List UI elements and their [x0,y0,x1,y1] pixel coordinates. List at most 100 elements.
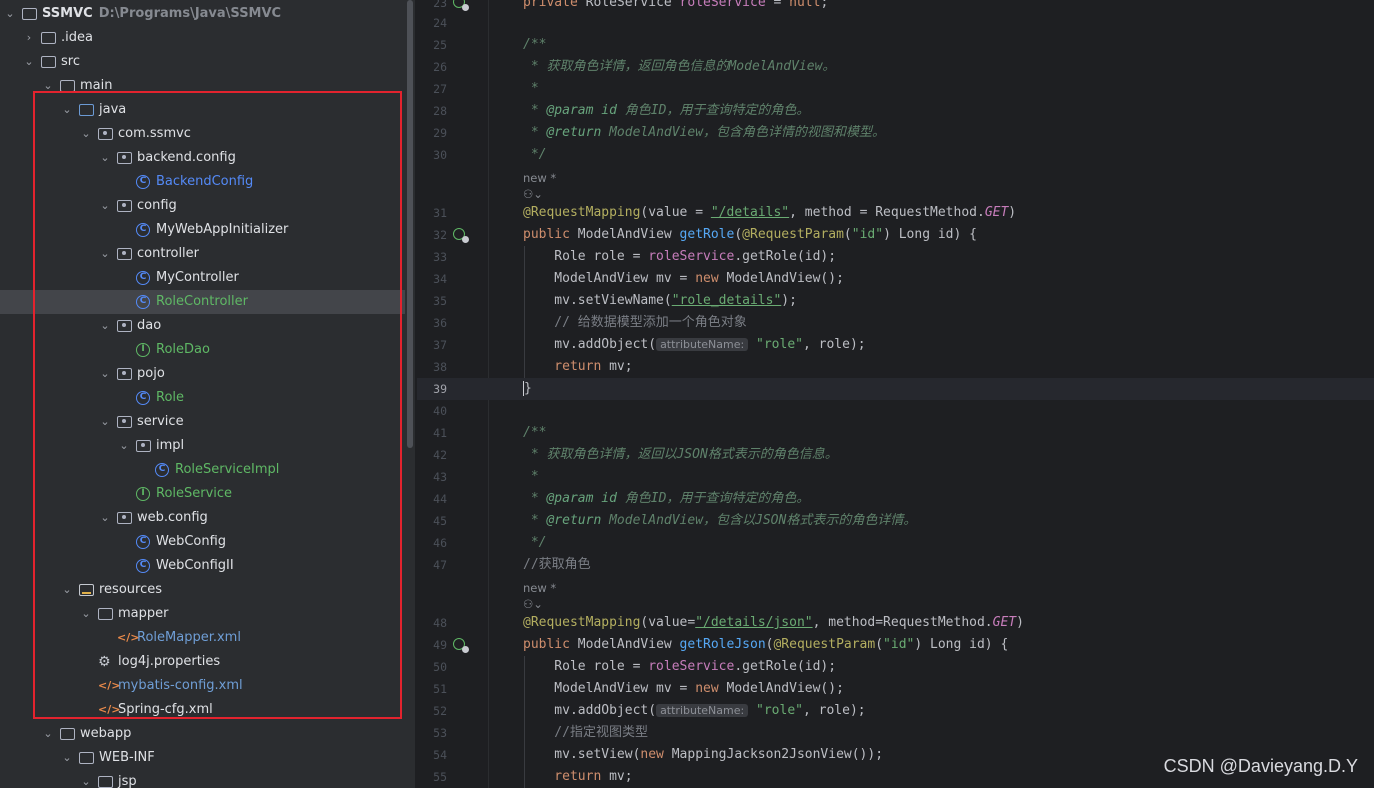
code-text: * [523,469,539,484]
code-line[interactable]: 38 return mv; [417,356,1374,378]
code-line[interactable]: 37 mv.addObject(attributeName: "role", r… [417,334,1374,356]
code-line[interactable]: 52 mv.addObject(attributeName: "role", r… [417,700,1374,722]
line-number: 55 [433,770,447,784]
line-number: 49 [433,638,447,652]
code-line[interactable]: 36 // 给数据模型添加一个角色对象 [417,312,1374,334]
code-text: @RequestMapping(value="/details/json", m… [523,615,1024,630]
code-line[interactable]: 48 @RequestMapping(value="/details/json",… [417,612,1374,634]
inlay-hint-icon[interactable]: ⚇⌄ [523,594,543,614]
project-scrollbar[interactable] [405,0,415,788]
code-line[interactable]: 53 //指定视图类型 [417,722,1374,744]
code-line[interactable]: 25 /** [417,34,1374,56]
line-number: 42 [433,448,447,462]
line-number: 28 [433,104,447,118]
tree-item-jsp[interactable]: ⌄ jsp [0,770,405,788]
code-text: Role role = roleService.getRole(id); [523,249,837,264]
web-endpoint-gutter-icon[interactable] [453,228,469,243]
folder-icon [98,776,113,788]
line-number: 31 [433,206,447,220]
tree-item-label: .idea [61,30,93,45]
line-number: 47 [433,558,447,572]
code-line[interactable]: 46 */ [417,532,1374,554]
code-line[interactable]: 34 ModelAndView mv = new ModelAndView(); [417,268,1374,290]
code-line[interactable]: 29 * @return ModelAndView，包含角色详情的视图和模型。 [417,122,1374,144]
code-text: ModelAndView mv = new ModelAndView(); [523,271,844,286]
line-number: 45 [433,514,447,528]
code-line[interactable]: 45 * @return ModelAndView，包含以JSON格式表示的角色… [417,510,1374,532]
code-text: return mv; [523,359,633,374]
code-line[interactable]: 35 mv.setViewName("role_details"); [417,290,1374,312]
folder-icon [22,8,37,20]
tree-item-ssmvc[interactable]: ⌄ SSMVC D:\Programs\Java\SSMVC [0,2,405,26]
web-endpoint-gutter-icon[interactable] [453,0,469,11]
scrollbar-thumb[interactable] [407,0,413,448]
code-line[interactable]: 47 //获取角色 [417,554,1374,576]
code-line[interactable]: 32 public ModelAndView getRole(@RequestPa… [417,224,1374,246]
code-line[interactable]: 28 * @param id 角色ID，用于查询特定的角色。 [417,100,1374,122]
tree-item-webapp[interactable]: ⌄ webapp [0,722,405,746]
code-line[interactable]: 41 /** [417,422,1374,444]
code-line[interactable]: 33 Role role = roleService.getRole(id); [417,246,1374,268]
folder-icon [41,32,56,44]
line-number: 25 [433,38,447,52]
project-path: D:\Programs\Java\SSMVC [98,6,282,21]
code-text: } [523,381,532,396]
code-line[interactable]: 31 @RequestMapping(value = "/details", me… [417,202,1374,224]
code-line[interactable]: 44 * @param id 角色ID，用于查询特定的角色。 [417,488,1374,510]
line-number: 40 [433,404,447,418]
code-text: mv.setViewName("role_details"); [523,293,797,308]
tree-item-web-inf[interactable]: ⌄ WEB-INF [0,746,405,770]
chevron-down-icon[interactable]: ⌄ [80,770,92,788]
watermark: CSDN @Davieyang.D.Y [1163,756,1358,776]
parameter-hint: attributeName: [656,338,749,351]
folder-icon [79,752,94,764]
code-text: */ [523,147,547,162]
tree-item-label: webapp [80,726,132,741]
inlay-hint-icon[interactable]: ⚇⌄ [523,184,543,204]
line-number: 26 [433,60,447,74]
line-number: 38 [433,360,447,374]
code-line[interactable]: 26 * 获取角色详情，返回角色信息的ModelAndView。 [417,56,1374,78]
code-text: Role role = roleService.getRole(id); [523,659,837,674]
code-editor[interactable]: new * ⚇⌄ new * ⚇⌄ 23 private RoleService role… [417,0,1374,788]
chevron-down-icon[interactable]: ⌄ [4,2,16,26]
chevron-down-icon[interactable]: ⌄ [61,746,73,770]
code-text: */ [523,535,547,550]
code-text: * 获取角色详情，返回以JSON格式表示的角色信息。 [523,447,838,462]
project-tool-window: ⌄ SSMVC D:\Programs\Java\SSMVC › .idea ⌄ src ⌄ m… [0,0,405,788]
tree-item-label: src [61,54,80,69]
code-line[interactable]: 24 [417,12,1374,34]
code-text: * @param id 角色ID，用于查询特定的角色。 [523,491,810,506]
chevron-right-icon[interactable]: › [23,26,35,50]
code-line[interactable]: 40 [417,400,1374,422]
code-line[interactable]: 27 * [417,78,1374,100]
code-line[interactable]: 43 * [417,466,1374,488]
folder-icon [41,56,56,68]
line-number: 37 [433,338,447,352]
tree-item--idea[interactable]: › .idea [0,26,405,50]
line-number: 35 [433,294,447,308]
parameter-hint: attributeName: [656,704,749,717]
line-number: 52 [433,704,447,718]
code-text: * @return ModelAndView，包含角色详情的视图和模型。 [523,125,886,140]
code-line[interactable]: 42 * 获取角色详情，返回以JSON格式表示的角色信息。 [417,444,1374,466]
code-line[interactable]: 39} [417,378,1374,400]
code-text: * [523,81,539,96]
line-number: 24 [433,16,447,30]
code-text: //获取角色 [523,557,591,572]
code-line[interactable]: 49 public ModelAndView getRoleJson(@Reque… [417,634,1374,656]
code-text: public ModelAndView getRole(@RequestPara… [523,227,977,242]
line-number: 39 [433,382,447,396]
line-number: 41 [433,426,447,440]
line-number: 54 [433,748,447,762]
tree-item-src[interactable]: ⌄ src [0,50,405,74]
code-line[interactable]: 51 ModelAndView mv = new ModelAndView(); [417,678,1374,700]
code-text: ModelAndView mv = new ModelAndView(); [523,681,844,696]
code-text: public ModelAndView getRoleJson(@Request… [523,637,1009,652]
code-line[interactable]: 50 Role role = roleService.getRole(id); [417,656,1374,678]
web-endpoint-gutter-icon[interactable] [453,638,469,653]
code-line[interactable]: 30 */ [417,144,1374,166]
chevron-down-icon[interactable]: ⌄ [42,722,54,746]
highlight-box [33,91,402,719]
chevron-down-icon[interactable]: ⌄ [23,50,35,74]
